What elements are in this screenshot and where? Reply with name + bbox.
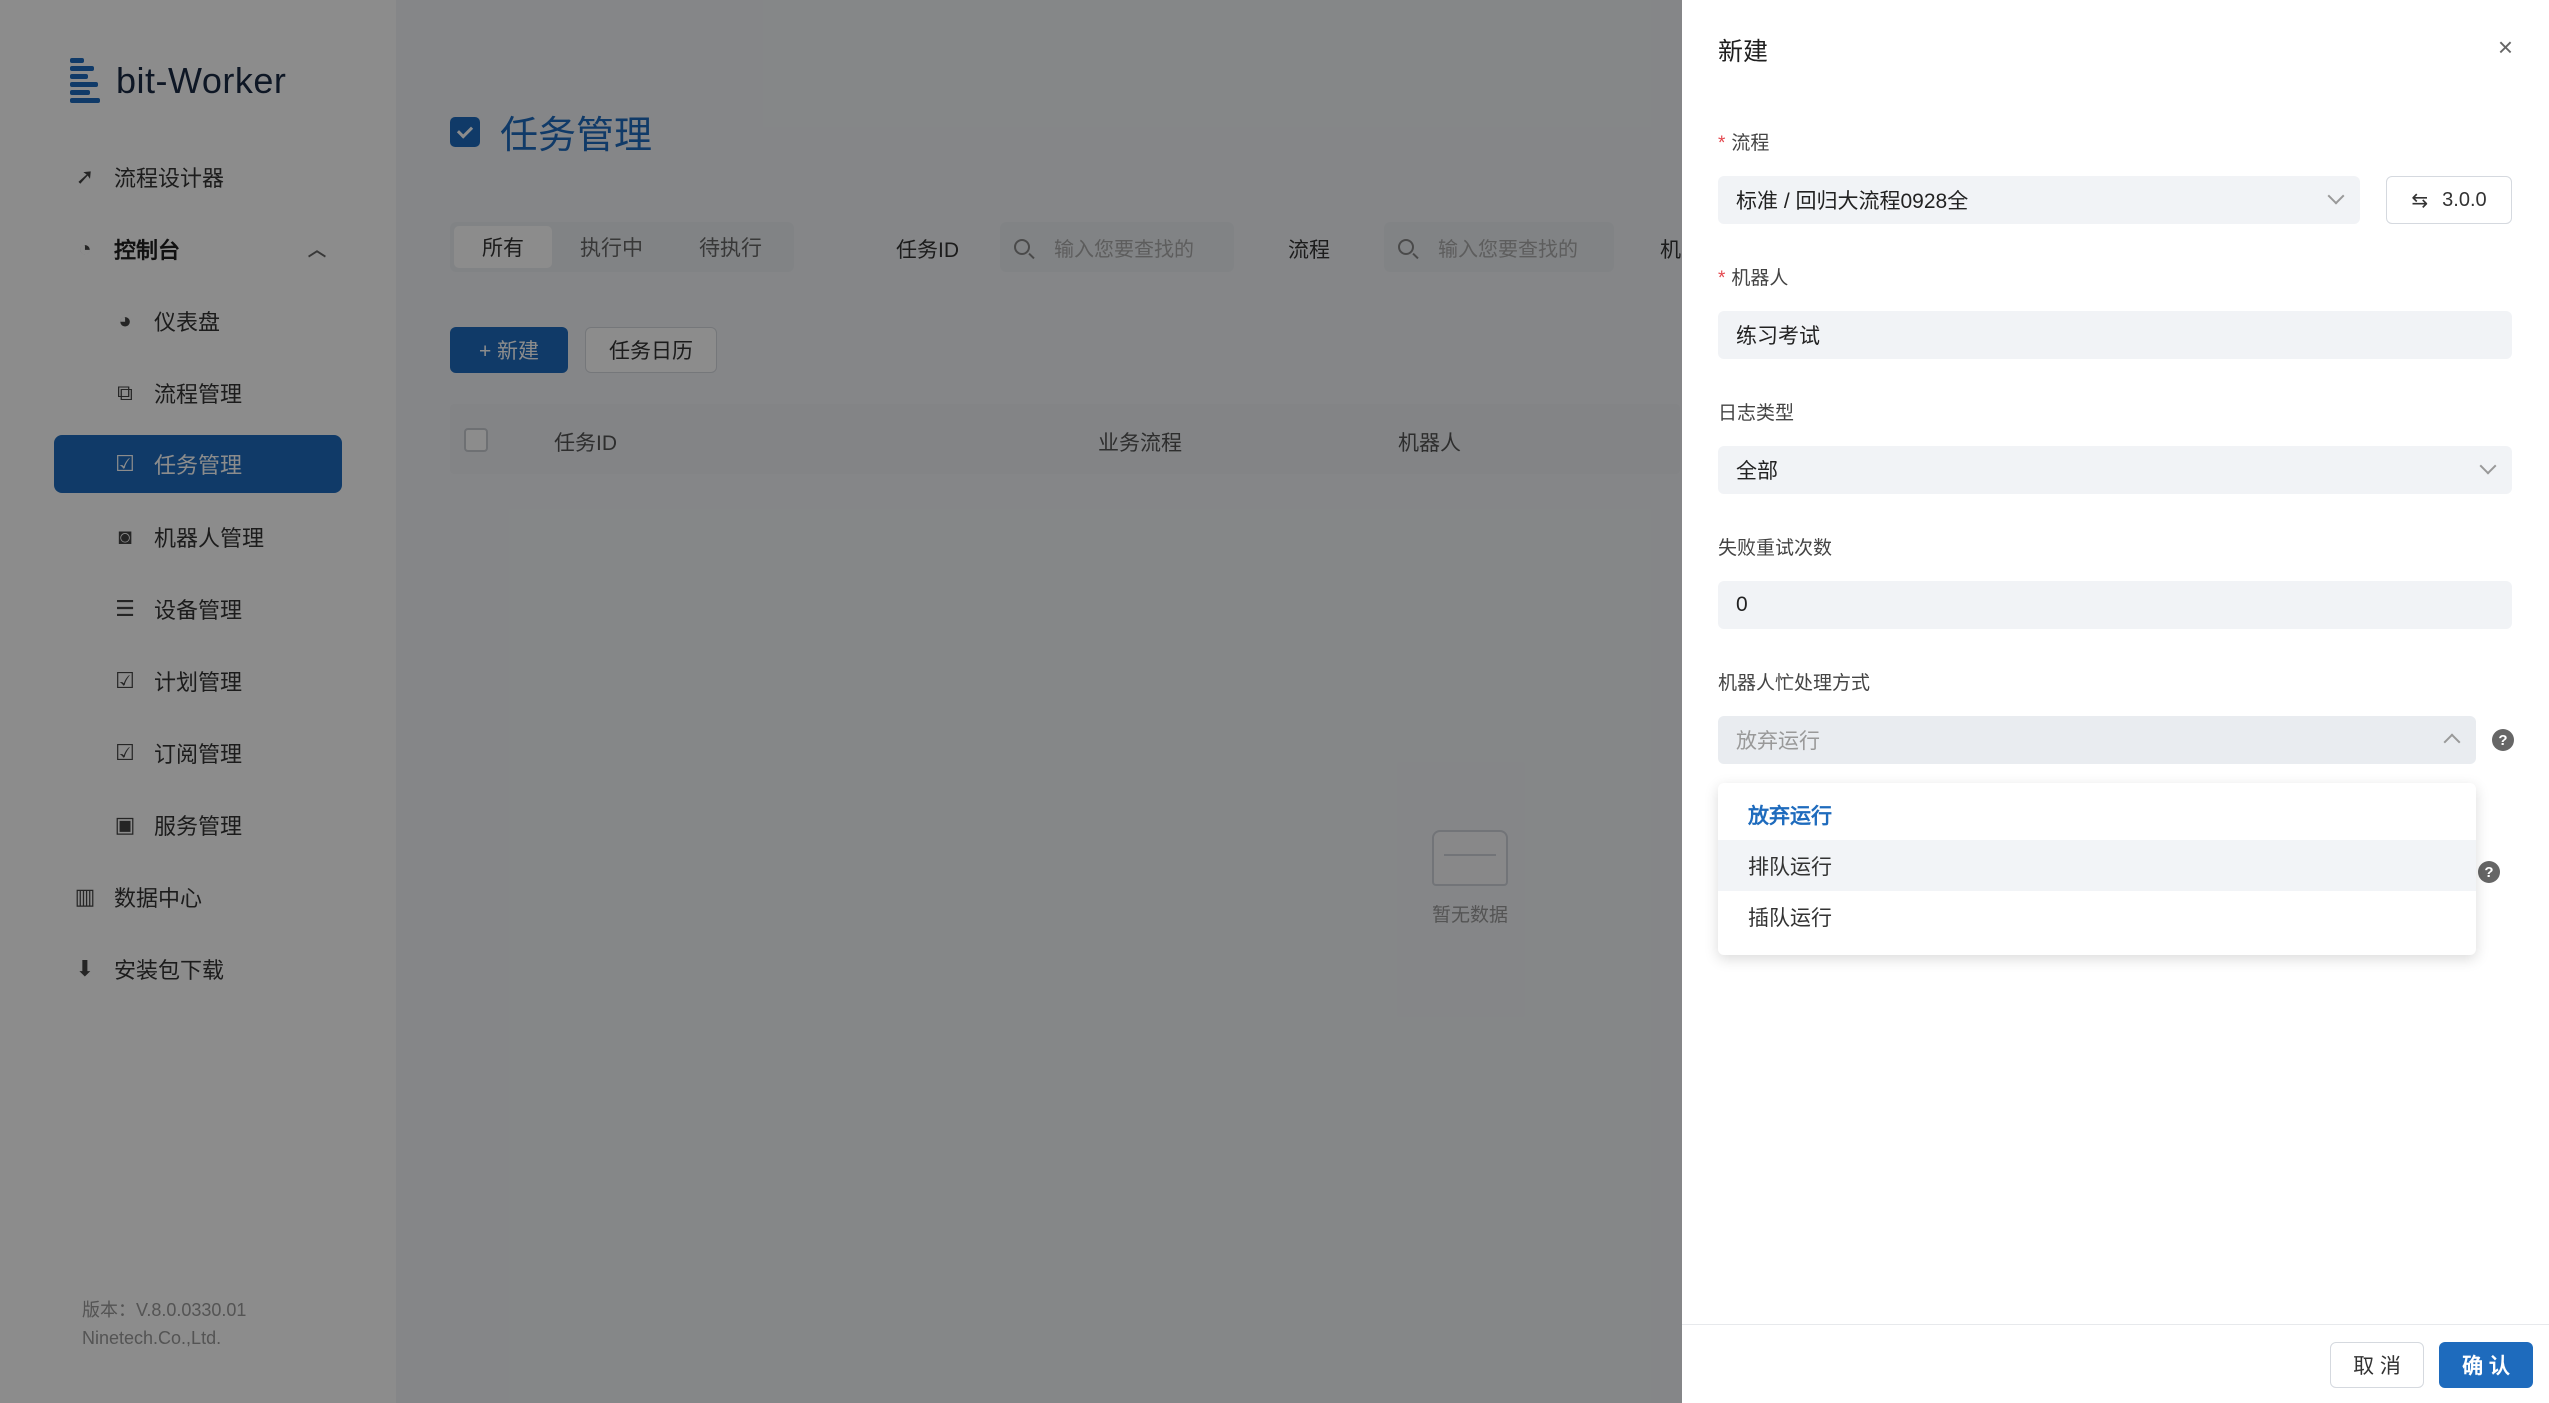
busy-mode-label: 机器人忙处理方式	[1718, 673, 1871, 694]
drawer-footer: 取 消 确 认	[1682, 1324, 2549, 1403]
busy-mode-select[interactable]: 放弃运行	[1718, 716, 2476, 764]
required-mark: *	[1718, 133, 1726, 154]
flow-label-text: 流程	[1731, 133, 1770, 154]
chevron-up-icon	[2443, 733, 2461, 751]
retry-count-value: 0	[1736, 593, 1748, 616]
flow-label: * 流程	[1718, 128, 1769, 155]
help-icon[interactable]: ?	[2492, 729, 2514, 751]
robot-label-text: 机器人	[1731, 268, 1789, 289]
drawer-title: 新建	[1718, 38, 1769, 66]
chevron-down-icon	[2479, 457, 2497, 475]
flow-select[interactable]: 标准 / 回归大流程0928全	[1718, 176, 2360, 224]
option-queue[interactable]: 排队运行	[1718, 840, 2476, 891]
new-task-drawer: 新建 × * 流程 标准 / 回归大流程0928全 ⇆ 3.0.0 * 机器人 练习…	[1682, 0, 2549, 1403]
close-icon[interactable]: ×	[2498, 32, 2513, 63]
robot-select-value: 练习考试	[1736, 325, 1820, 348]
confirm-button[interactable]: 确 认	[2439, 1342, 2533, 1388]
busy-mode-value: 放弃运行	[1736, 730, 1820, 753]
help-icon[interactable]: ?	[2478, 861, 2500, 883]
option-jump-queue[interactable]: 插队运行	[1718, 891, 2476, 942]
robot-select[interactable]: 练习考试	[1718, 311, 2512, 359]
modal-overlay[interactable]	[0, 0, 1682, 1403]
retry-count-input[interactable]: 0	[1718, 581, 2512, 629]
version-select[interactable]: ⇆ 3.0.0	[2386, 176, 2512, 224]
log-type-value: 全部	[1736, 460, 1778, 483]
flow-select-value: 标准 / 回归大流程0928全	[1736, 190, 1969, 213]
required-mark: *	[1718, 268, 1726, 289]
busy-mode-dropdown: 放弃运行 排队运行 插队运行	[1718, 783, 2476, 955]
robot-label: * 机器人	[1718, 263, 1788, 290]
retry-count-label: 失败重试次数	[1718, 538, 1833, 559]
chevron-down-icon	[2327, 187, 2345, 205]
log-type-select[interactable]: 全部	[1718, 446, 2512, 494]
swap-icon: ⇆	[2411, 189, 2429, 212]
cancel-button[interactable]: 取 消	[2330, 1342, 2424, 1388]
log-type-label: 日志类型	[1718, 403, 1795, 424]
version-value: 3.0.0	[2442, 188, 2487, 211]
option-abandon[interactable]: 放弃运行	[1718, 789, 2476, 840]
